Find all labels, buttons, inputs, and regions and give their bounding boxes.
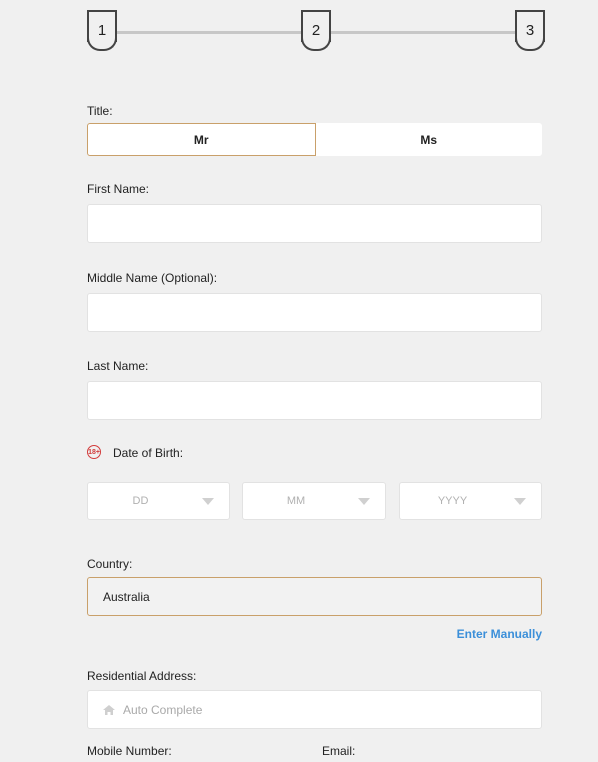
step-1: 1 [87, 10, 117, 51]
chevron-down-icon [514, 498, 526, 505]
last-name-label: Last Name: [87, 359, 149, 373]
chevron-down-icon [358, 498, 370, 505]
dob-month-select[interactable]: MM [242, 482, 386, 520]
middle-name-label: Middle Name (Optional): [87, 271, 218, 285]
country-label: Country: [87, 557, 133, 571]
first-name-label: First Name: [87, 182, 150, 196]
title-option-ms[interactable]: Ms [315, 123, 542, 156]
first-name-input[interactable] [87, 204, 542, 243]
home-icon [103, 704, 115, 715]
dob-year-select[interactable]: YYYY [399, 482, 542, 520]
mobile-number-label: Mobile Number: [87, 744, 172, 758]
step-2: 2 [301, 10, 331, 51]
address-placeholder: Auto Complete [123, 702, 203, 717]
dob-day-select[interactable]: DD [87, 482, 230, 520]
address-autocomplete-input[interactable]: Auto Complete [87, 690, 542, 729]
step-3: 3 [515, 10, 545, 51]
step-1-number: 1 [97, 22, 107, 39]
title-option-mr[interactable]: Mr [87, 123, 316, 156]
residential-address-label: Residential Address: [87, 669, 197, 683]
enter-manually-link[interactable]: Enter Manually [457, 627, 542, 641]
stepper-line-2-3 [327, 31, 515, 34]
stepper-line-1-2 [113, 31, 301, 34]
country-value: Australia [103, 589, 150, 604]
step-2-number: 2 [311, 22, 321, 39]
last-name-input[interactable] [87, 381, 542, 420]
email-label: Email: [322, 744, 356, 758]
dob-year-placeholder: YYYY [437, 495, 468, 507]
dob-month-placeholder: MM [286, 495, 306, 507]
country-select[interactable]: Australia [87, 577, 542, 616]
dob-day-placeholder: DD [132, 495, 149, 507]
title-label: Title: [87, 104, 113, 118]
progress-stepper: 1 2 3 [87, 10, 545, 54]
middle-name-input[interactable] [87, 293, 542, 332]
step-3-number: 3 [525, 22, 535, 39]
title-toggle: Mr Ms [87, 123, 542, 156]
dob-label: Date of Birth: [113, 446, 184, 460]
chevron-down-icon [202, 498, 214, 505]
age-18-plus-icon: 18+ [87, 445, 101, 459]
